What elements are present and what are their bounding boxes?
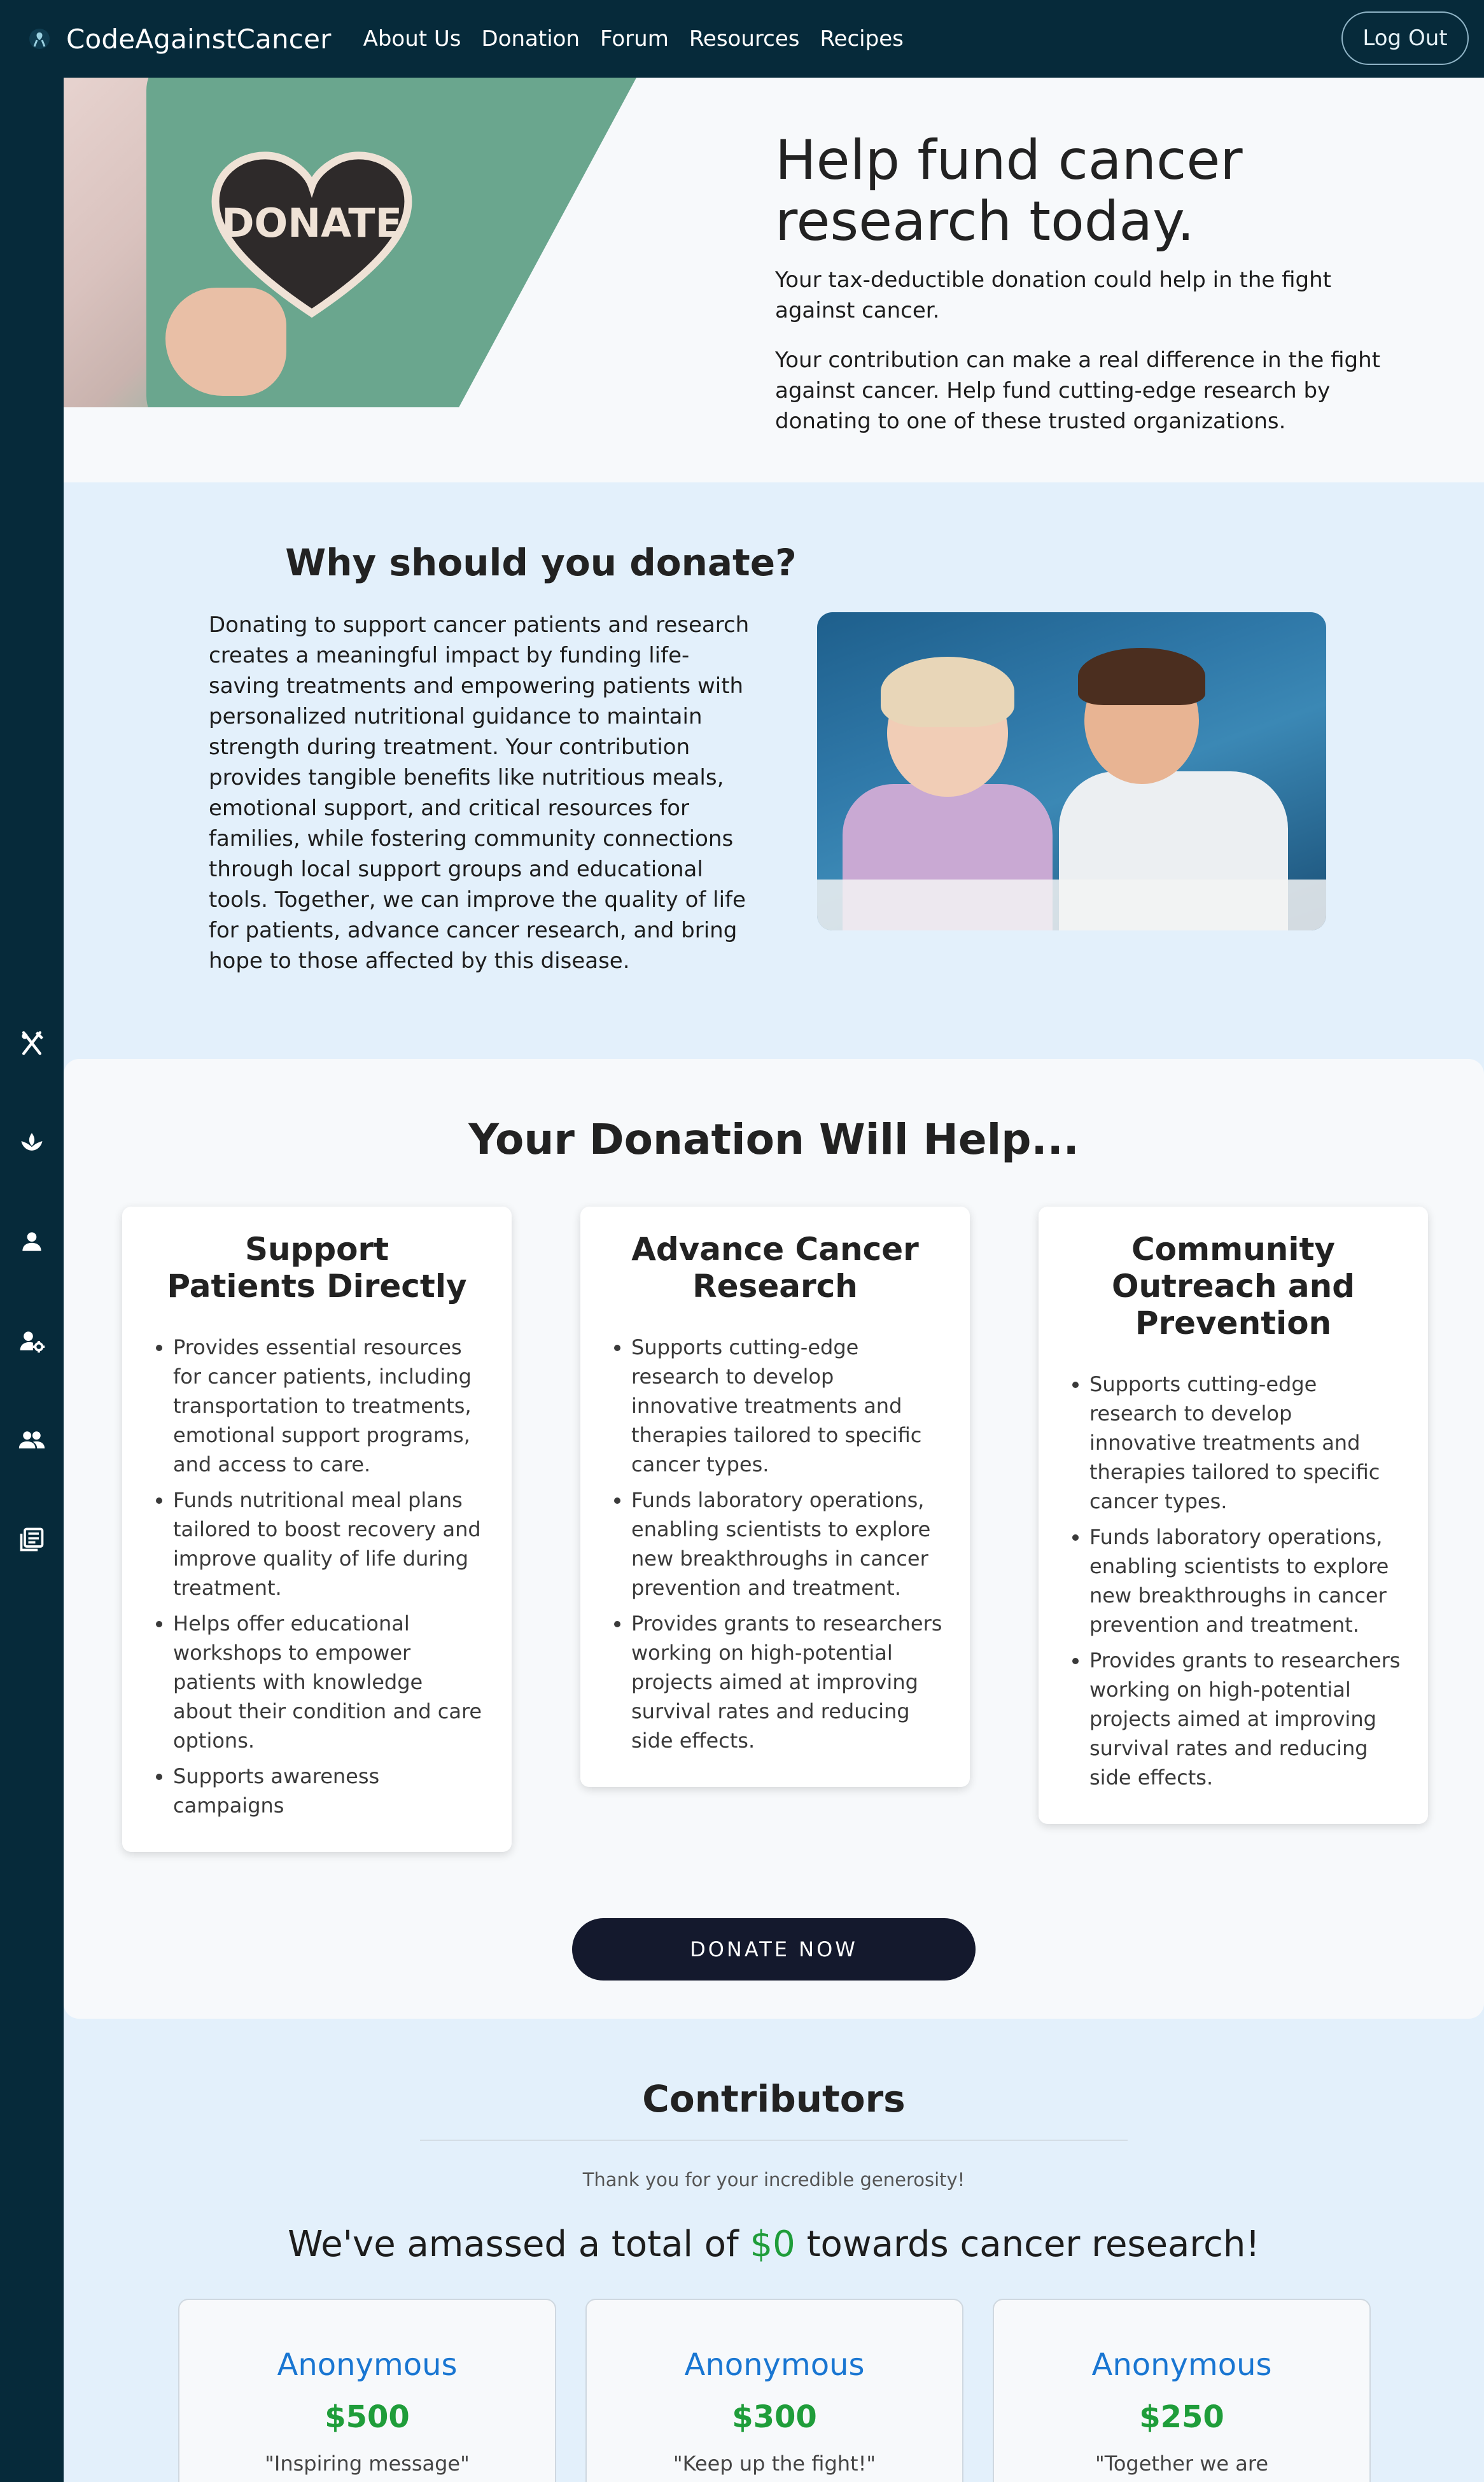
help-card-advance-research: Advance Cancer Research Supports cutting… (580, 1207, 970, 1787)
total-prefix: We've amassed a total of (288, 2224, 750, 2265)
list-item: Provides essential resources for cancer … (173, 1333, 486, 1479)
contributor-amount: $250 (1139, 2399, 1224, 2435)
ribbon-logo-icon (25, 25, 53, 53)
donation-help-title: Your Donation Will Help... (468, 1115, 1079, 1164)
card-title: Community Outreach and Prevention (1111, 1231, 1355, 1342)
donation-help-section: Your Donation Will Help... Support Patie… (64, 1059, 1484, 2019)
contributor-message: "Inspiring message" (265, 2451, 470, 2476)
contributor-name: Anonymous (1091, 2347, 1272, 2383)
card-title: Support Patients Directly (167, 1231, 467, 1305)
hero-title: Help fund cancer research today. (775, 129, 1243, 253)
divider (420, 2140, 1128, 2141)
nav-link-about-us[interactable]: About Us (363, 26, 461, 52)
table-shape (817, 880, 1326, 930)
list-item: Helps offer educational workshops to emp… (173, 1609, 486, 1755)
contributor-amount: $500 (325, 2399, 410, 2435)
contributor-card: Anonymous $300 "Keep up the fight!" (585, 2299, 963, 2482)
contributors-section: Contributors Thank you for your incredib… (64, 2019, 1484, 2482)
nav-link-recipes[interactable]: Recipes (820, 26, 903, 52)
card-title: Advance Cancer Research (631, 1231, 919, 1305)
person-settings-icon[interactable] (16, 1325, 48, 1357)
list-item: Provides grants to researchers working o… (631, 1609, 944, 1755)
list-item: Supports cutting-edge research to develo… (631, 1333, 944, 1479)
contributor-card: Anonymous $250 "Together we are (993, 2299, 1371, 2482)
why-donate-section: Why should you donate? Donating to suppo… (64, 482, 1484, 1059)
left-sidebar (0, 78, 64, 2482)
total-amount: $0 (750, 2224, 795, 2265)
list-item: Funds nutritional meal plans tailored to… (173, 1485, 486, 1602)
card-list: Supports cutting-edge research to develo… (606, 1333, 944, 1755)
hand-shape (165, 288, 286, 396)
child-shape (881, 657, 1014, 727)
why-donate-text: Donating to support cancer patients and … (209, 612, 750, 974)
nav-link-donation[interactable]: Donation (482, 26, 580, 52)
card-list: Supports cutting-edge research to develo… (1064, 1370, 1403, 1792)
contributor-name: Anonymous (277, 2347, 458, 2383)
list-item: Provides grants to researchers working o… (1089, 1646, 1403, 1792)
contributor-amount: $300 (732, 2399, 817, 2435)
contributor-card: Anonymous $500 "Inspiring message" (178, 2299, 556, 2482)
nav-link-forum[interactable]: Forum (600, 26, 669, 52)
contributor-message: "Together we are (1095, 2451, 1269, 2476)
why-donate-title: Why should you donate? (285, 541, 797, 584)
utensils-icon[interactable] (16, 1027, 48, 1059)
hero-paragraph-2: Your contribution can make a real differ… (775, 347, 1380, 434)
people-icon[interactable] (16, 1424, 48, 1456)
logout-button[interactable]: Log Out (1341, 11, 1469, 65)
nav-link-resources[interactable]: Resources (689, 26, 800, 52)
newspaper-icon[interactable] (16, 1524, 48, 1555)
list-item: Supports awareness campaigns (173, 1762, 486, 1820)
person-icon[interactable] (16, 1226, 48, 1258)
donate-now-button[interactable]: DONATE NOW (572, 1918, 976, 1981)
child-shape (1078, 648, 1205, 705)
help-card-community-outreach: Community Outreach and Prevention Suppor… (1039, 1207, 1428, 1824)
children-photo (817, 612, 1326, 930)
contributor-message: "Keep up the fight!" (673, 2451, 876, 2476)
list-item: Funds laboratory operations, enabling sc… (1089, 1522, 1403, 1639)
brand[interactable]: CodeAgainstCancer (25, 24, 332, 55)
contributors-total: We've amassed a total of $0 towards canc… (64, 2224, 1484, 2265)
lotus-icon[interactable] (16, 1126, 48, 1158)
hero-section: DONATE Help fund cancer research today. … (64, 78, 1484, 482)
contributors-thanks: Thank you for your incredible generosity… (582, 2169, 965, 2191)
contributor-name: Anonymous (684, 2347, 865, 2383)
card-list: Provides essential resources for cancer … (148, 1333, 486, 1820)
hero-text: Help fund cancer research today. Your ta… (775, 130, 1386, 437)
donate-heart-photo: DONATE (64, 78, 636, 407)
heart-sign-text: DONATE (221, 200, 402, 246)
top-navbar: CodeAgainstCancer About Us Donation Foru… (0, 0, 1484, 78)
contributors-title: Contributors (642, 2077, 906, 2121)
brand-name: CodeAgainstCancer (66, 23, 332, 55)
help-card-support-patients: Support Patients Directly Provides essen… (122, 1207, 512, 1852)
list-item: Funds laboratory operations, enabling sc… (631, 1485, 944, 1602)
list-item: Supports cutting-edge research to develo… (1089, 1370, 1403, 1516)
hero-paragraph-1: Your tax-deductible donation could help … (775, 267, 1331, 323)
total-suffix: towards cancer research! (795, 2224, 1260, 2265)
nav-links: About Us Donation Forum Resources Recipe… (363, 26, 924, 52)
